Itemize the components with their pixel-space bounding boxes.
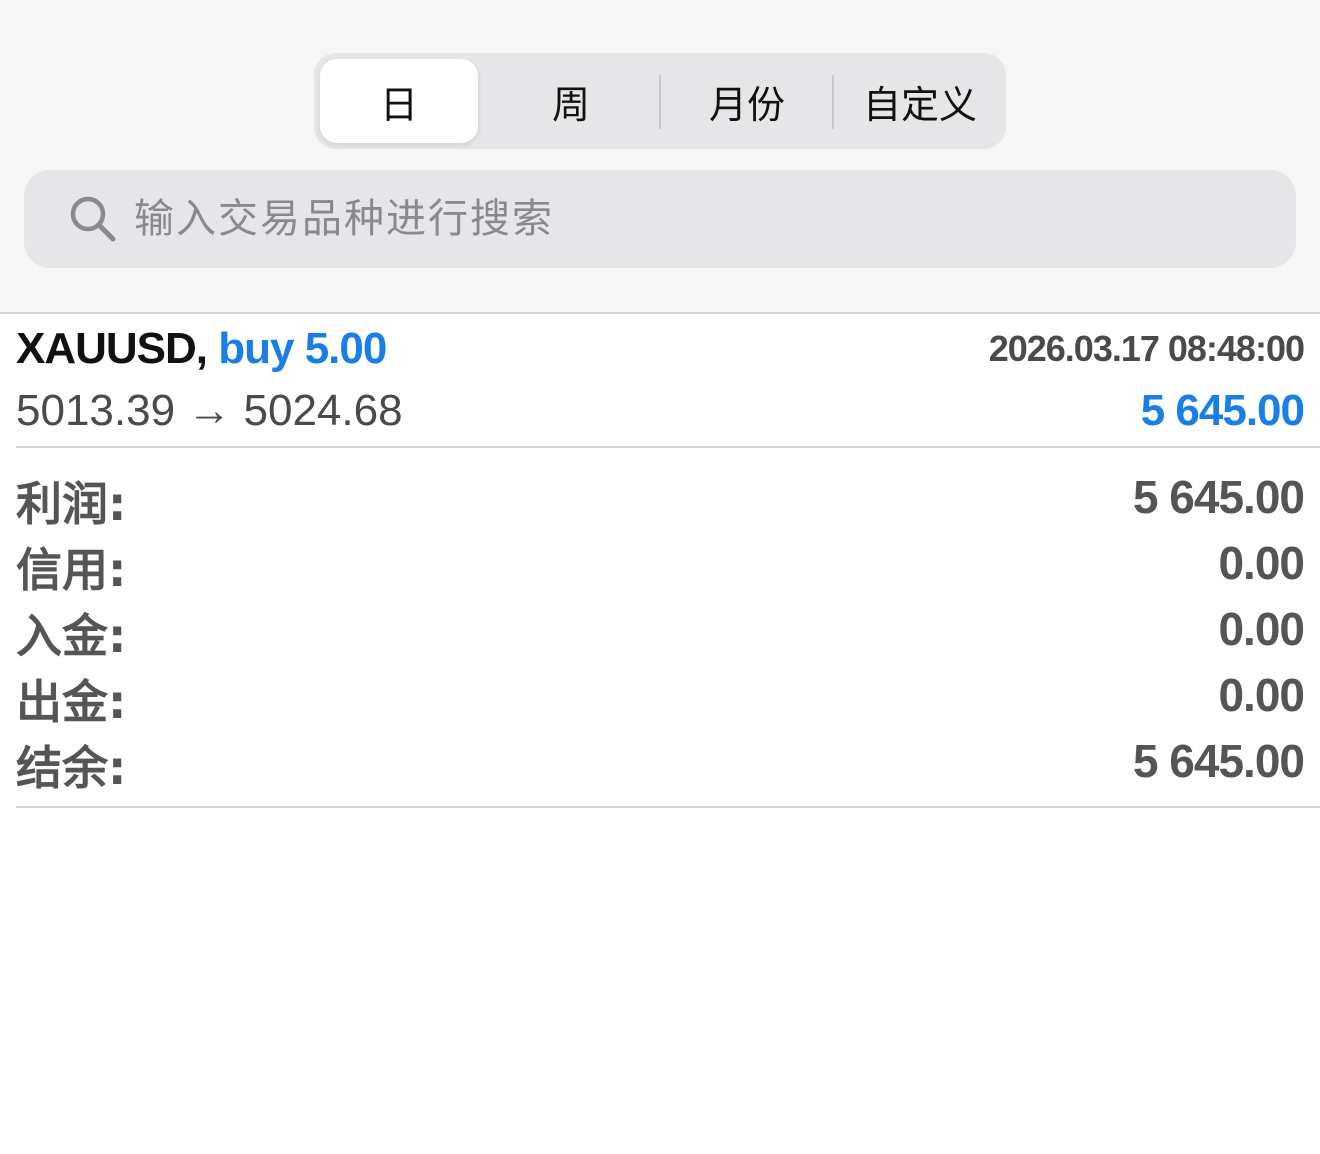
- summary-label: 结余:: [16, 741, 127, 795]
- search-input[interactable]: [134, 170, 1284, 268]
- tab-week[interactable]: 周: [486, 59, 656, 143]
- deal-profit: 5 645.00: [1140, 386, 1305, 435]
- summary-row-balance: 结余: 5 645.00: [0, 728, 1320, 795]
- summary-section: 利润: 5 645.00 信用: 0.00 入金: 0.00 出金: 0.00 …: [0, 464, 1320, 795]
- tab-divider: [659, 75, 661, 129]
- summary-label: 利润:: [16, 477, 127, 531]
- summary-value: 0.00: [1218, 603, 1305, 655]
- summary-label: 入金:: [16, 609, 127, 663]
- tab-custom[interactable]: 自定义: [834, 59, 1006, 143]
- deal-prices: 5013.39 → 5024.68: [16, 386, 403, 435]
- summary-row-withdrawal: 出金: 0.00: [0, 662, 1320, 729]
- tab-day[interactable]: 日: [320, 59, 478, 143]
- summary-value: 0.00: [1218, 669, 1305, 721]
- summary-row-profit: 利润: 5 645.00: [0, 464, 1320, 531]
- period-segmented-control: 日 周 月份 自定义: [314, 53, 1006, 149]
- summary-row-deposit: 入金: 0.00: [0, 596, 1320, 663]
- search-bar[interactable]: [24, 170, 1296, 268]
- divider: [16, 446, 1320, 448]
- filter-header: 日 周 月份 自定义: [0, 0, 1320, 314]
- summary-label: 信用:: [16, 543, 127, 597]
- search-icon: [70, 196, 116, 242]
- summary-value: 5 645.00: [1132, 471, 1305, 523]
- summary-label: 出金:: [16, 675, 127, 729]
- deal-title: XAUUSD, buy 5.00: [16, 324, 387, 374]
- summary-value: 5 645.00: [1132, 735, 1305, 787]
- deal-side-volume: buy 5.00: [218, 324, 387, 373]
- tab-month[interactable]: 月份: [662, 59, 832, 143]
- divider: [16, 806, 1320, 808]
- summary-value: 0.00: [1218, 537, 1305, 589]
- summary-row-credit: 信用: 0.00: [0, 530, 1320, 597]
- deal-time: 2026.03.17 08:48:00: [988, 328, 1305, 369]
- deal-symbol: XAUUSD,: [16, 324, 208, 373]
